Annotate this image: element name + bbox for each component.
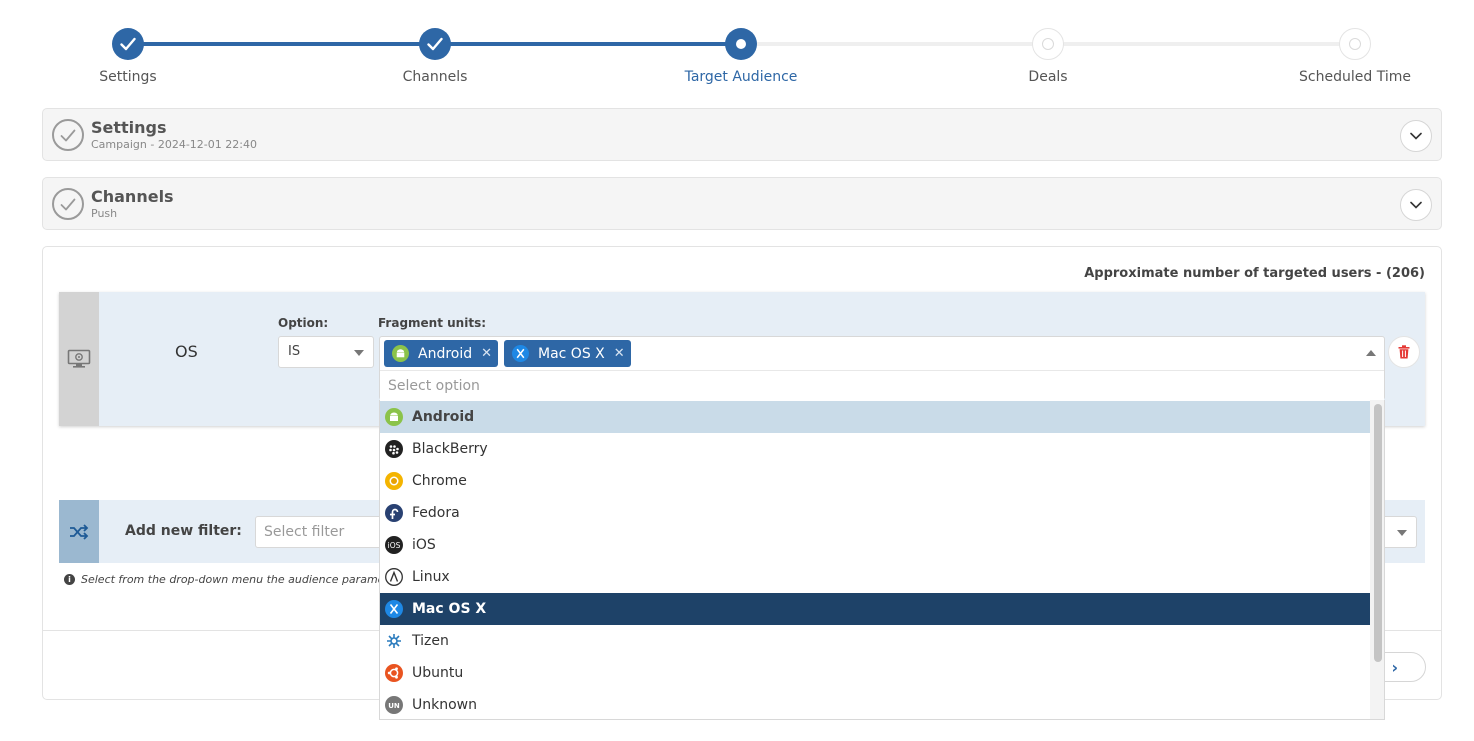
section-title: Channels bbox=[91, 187, 174, 206]
check-circle-icon bbox=[52, 119, 84, 151]
add-filter-handle bbox=[59, 500, 99, 563]
mac-os-x-icon bbox=[512, 345, 529, 362]
mac-os-x-icon bbox=[385, 600, 403, 618]
filter-handle[interactable] bbox=[59, 292, 99, 426]
progress-stepper: Settings Channels Target Audience Deals … bbox=[0, 0, 1474, 100]
hint-message: Select from the drop-down menu the audie… bbox=[81, 573, 385, 586]
option-label: Tizen bbox=[412, 633, 449, 649]
fragment-units-multiselect[interactable]: Android ✕ Mac OS X ✕ bbox=[379, 336, 1385, 400]
chevron-down-icon[interactable] bbox=[1400, 189, 1432, 221]
scrollbar-thumb[interactable] bbox=[1374, 404, 1382, 662]
option-label: Mac OS X bbox=[412, 601, 487, 617]
option-fedora[interactable]: Fedora bbox=[380, 497, 1370, 529]
section-title: Settings bbox=[91, 118, 167, 137]
option-label: BlackBerry bbox=[412, 441, 488, 457]
ubuntu-icon bbox=[385, 664, 403, 682]
delete-filter-button[interactable] bbox=[1388, 336, 1420, 368]
option-ubuntu[interactable]: Ubuntu bbox=[380, 657, 1370, 689]
svg-text:iOS: iOS bbox=[388, 541, 401, 550]
ios-icon: iOS bbox=[385, 536, 403, 554]
step-settings[interactable]: Settings bbox=[48, 28, 208, 85]
option-tizen[interactable]: Tizen bbox=[380, 625, 1370, 657]
step-deals[interactable]: Deals bbox=[968, 28, 1128, 85]
trash-icon bbox=[1398, 345, 1410, 359]
approximate-users-count: Approximate number of targeted users - (… bbox=[1084, 266, 1425, 281]
caret-down-icon bbox=[1397, 530, 1407, 536]
option-label: Linux bbox=[412, 569, 450, 585]
option-linux[interactable]: Linux bbox=[380, 561, 1370, 593]
channels-section-header[interactable]: Channels Push bbox=[42, 177, 1442, 230]
chevron-down-icon[interactable] bbox=[1400, 120, 1432, 152]
chrome-icon bbox=[385, 472, 403, 490]
blackberry-icon bbox=[385, 440, 403, 458]
tizen-icon bbox=[385, 632, 403, 650]
add-filter-label: Add new filter: bbox=[125, 523, 242, 539]
chip-label: Mac OS X bbox=[538, 345, 605, 362]
check-circle-icon bbox=[52, 188, 84, 220]
step-label: Scheduled Time bbox=[1299, 69, 1411, 85]
option-label: Option: bbox=[278, 316, 329, 330]
fragment-units-label: Fragment units: bbox=[378, 316, 487, 330]
hint-text: i Select from the drop-down menu the aud… bbox=[64, 573, 384, 586]
filter-name: OS bbox=[175, 342, 198, 361]
info-icon: i bbox=[64, 574, 75, 585]
option-select-value: IS bbox=[288, 344, 301, 359]
active-dot-icon bbox=[725, 28, 757, 60]
caret-down-icon bbox=[354, 350, 364, 356]
option-label: Ubuntu bbox=[412, 665, 464, 681]
android-icon bbox=[385, 408, 403, 426]
option-unknown[interactable]: UN Unknown bbox=[380, 689, 1370, 719]
option-label: Chrome bbox=[412, 473, 467, 489]
os-options-dropdown: Android BlackBerry Chrome Fedora iOS iOS… bbox=[379, 400, 1385, 720]
option-mac-os-x[interactable]: Mac OS X bbox=[380, 593, 1370, 625]
step-channels[interactable]: Channels bbox=[355, 28, 515, 85]
option-label: iOS bbox=[412, 537, 436, 553]
caret-up-icon[interactable] bbox=[1366, 350, 1376, 356]
settings-section-header[interactable]: Settings Campaign - 2024-12-01 22:40 bbox=[42, 108, 1442, 161]
chip-mac-os-x: Mac OS X ✕ bbox=[504, 340, 631, 367]
step-label: Deals bbox=[1028, 69, 1068, 85]
fedora-icon bbox=[385, 504, 403, 522]
close-icon[interactable]: ✕ bbox=[481, 346, 493, 361]
section-subtitle: Push bbox=[91, 207, 118, 220]
step-scheduled-time[interactable]: Scheduled Time bbox=[1275, 28, 1435, 85]
step-target-audience[interactable]: Target Audience bbox=[661, 28, 821, 85]
chip-android: Android ✕ bbox=[384, 340, 498, 367]
check-icon bbox=[112, 28, 144, 60]
svg-text:UN: UN bbox=[388, 702, 400, 710]
check-icon bbox=[419, 28, 451, 60]
step-label: Settings bbox=[99, 69, 157, 85]
option-search-input[interactable] bbox=[380, 370, 1384, 400]
section-subtitle: Campaign - 2024-12-01 22:40 bbox=[91, 138, 257, 151]
step-label: Target Audience bbox=[684, 69, 798, 85]
pending-dot-icon bbox=[1032, 28, 1064, 60]
step-label: Channels bbox=[402, 69, 468, 85]
close-icon[interactable]: ✕ bbox=[614, 346, 626, 361]
unknown-icon: UN bbox=[385, 696, 403, 714]
pending-dot-icon bbox=[1339, 28, 1371, 60]
option-label: Android bbox=[412, 409, 475, 425]
option-label: Fedora bbox=[412, 505, 460, 521]
linux-icon bbox=[385, 568, 403, 586]
filter-select-placeholder: Select filter bbox=[264, 524, 345, 540]
option-chrome[interactable]: Chrome bbox=[380, 465, 1370, 497]
chip-label: Android bbox=[418, 345, 473, 362]
option-android[interactable]: Android bbox=[380, 401, 1370, 433]
android-icon bbox=[392, 345, 409, 362]
chevron-right-icon: › bbox=[1391, 657, 1399, 677]
shuffle-icon bbox=[70, 523, 89, 540]
option-ios[interactable]: iOS iOS bbox=[380, 529, 1370, 561]
option-label: Unknown bbox=[412, 697, 477, 713]
option-select[interactable]: IS bbox=[278, 336, 374, 368]
monitor-icon bbox=[67, 349, 91, 368]
option-blackberry[interactable]: BlackBerry bbox=[380, 433, 1370, 465]
